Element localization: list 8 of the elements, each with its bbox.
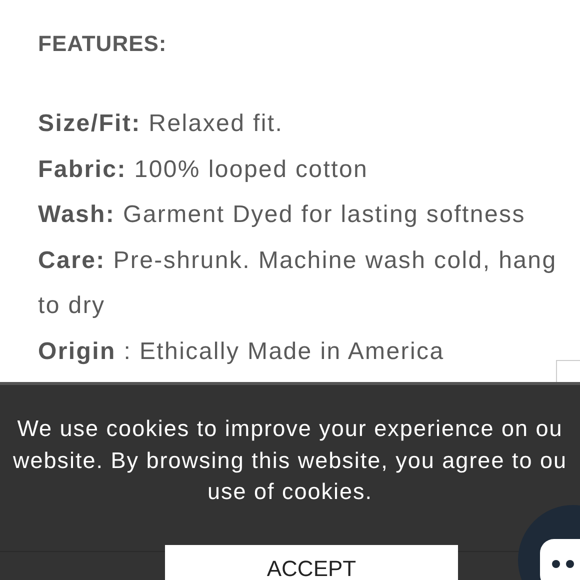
- feature-text: Care: Pre-shrunk. Machine wash cold, hang to dry: [38, 246, 558, 321]
- feature-text: Origin : Ethically Made in America: [38, 336, 446, 366]
- accept-button[interactable]: ACCEPT: [165, 545, 458, 580]
- feature-text: Fabric: 100% looped cotton: [38, 154, 370, 184]
- feature-text: Size/Fit: Relaxed fit.: [38, 109, 284, 139]
- cookie-message: We use cookies to improve your experience on ou website. By browsing this website, you agree to ou use of cookies.: [12, 415, 568, 506]
- feature-text: Wash: Garment Dyed for lasting softness: [38, 200, 526, 230]
- features-heading: FEATURES:: [38, 30, 168, 58]
